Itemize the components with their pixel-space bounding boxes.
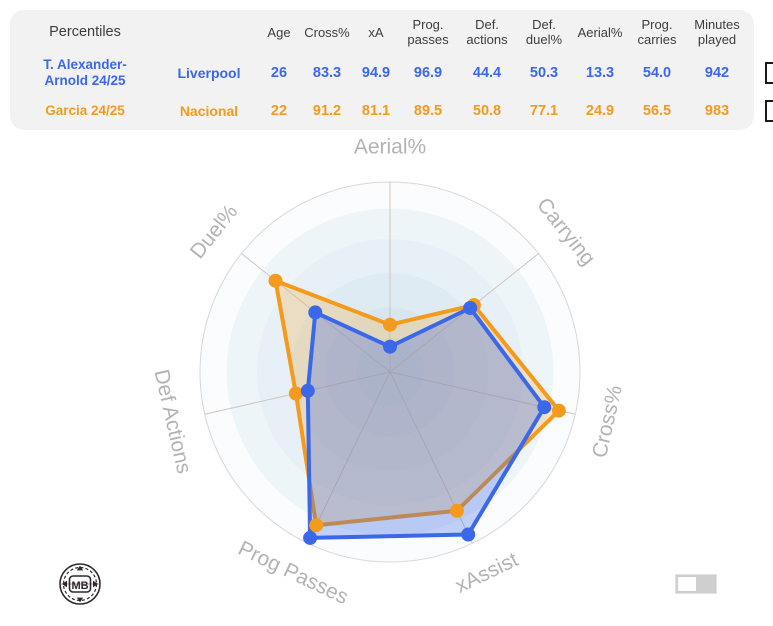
cell-def-duel-pct: 77.1 — [529, 103, 559, 119]
header-percentiles: Percentiles — [49, 24, 121, 40]
header-row: Percentiles Age Cross% xA Prog. passes D… — [10, 10, 773, 54]
header-aerial-pct-line1: Aerial% — [577, 24, 623, 40]
axis-label-aerial-: Aerial% — [354, 136, 426, 159]
cell-xa: 81.1 — [361, 103, 391, 119]
cell-xa: 94.9 — [361, 65, 391, 81]
player-name: T. Alexander- Arnold 24/25 — [10, 54, 160, 92]
cell-prog-passes: 96.9 — [413, 65, 443, 81]
header-prog-carries-line2: carries — [637, 32, 677, 47]
axis-label-duel-: Duel% — [186, 200, 243, 263]
radar-point-0-carrying[interactable] — [463, 301, 478, 315]
player-name-line1: T. Alexander- — [43, 57, 127, 72]
header-age-line1: Age — [267, 24, 291, 40]
display-toggle[interactable] — [675, 574, 717, 594]
mb-logo-text: MB — [71, 580, 88, 592]
radar-point-0-aerial-[interactable] — [383, 339, 397, 354]
header-def-actions: Def. actions — [458, 10, 516, 54]
radar-chart-container: Aerial% Carrying Cross% xAssist Prog Passes D… — [0, 132, 773, 626]
player-name: Garcia 24/25 — [10, 92, 160, 130]
radar-point-1-prog-passes[interactable] — [309, 518, 324, 533]
header-prog-passes-line1: Prog. — [412, 17, 444, 32]
header-def-duel-pct-line1: Def. — [532, 17, 556, 32]
axis-label-xassist: xAssist — [452, 548, 522, 598]
cell-prog-carries: 54.0 — [642, 65, 672, 81]
header-prog-passes-line2: passes — [407, 32, 449, 47]
cell-aerial-pct: 24.9 — [585, 103, 615, 119]
player-name-line2: Arnold 24/25 — [44, 73, 126, 88]
player-team: Liverpool — [177, 65, 241, 81]
header-xa-line1: xA — [368, 24, 384, 40]
cell-def-actions: 50.8 — [472, 103, 502, 119]
radar-chart: Aerial%CarryingCross%xAssistProg PassesD… — [149, 136, 627, 610]
header-prog-carries-line1: Prog. — [641, 17, 673, 32]
radar-point-0-duel-[interactable] — [308, 305, 323, 320]
table-header: Percentiles Age Cross% xA Prog. passes D… — [10, 10, 773, 54]
cell-remove: x — [748, 54, 773, 92]
table-row: Garcia 24/25 Nacional 22 91.2 81.1 89.5 … — [10, 92, 773, 130]
header-team — [160, 10, 258, 54]
header-cross-pct-line1: Cross% — [304, 24, 350, 40]
axis-label-cross-: Cross% — [588, 383, 627, 460]
header-def-actions-line2: actions — [466, 32, 508, 47]
player-team: Nacional — [179, 103, 239, 119]
header-aerial-pct: Aerial% — [572, 10, 628, 54]
cell-prog-carries: 56.5 — [642, 103, 672, 119]
header-cross-pct: Cross% — [300, 10, 354, 54]
header-age: Age — [258, 10, 300, 54]
toggle-knob[interactable] — [678, 577, 696, 591]
cell-cross-pct: 91.2 — [312, 103, 342, 119]
header-def-duel-pct: Def. duel% — [516, 10, 572, 54]
header-prog-carries: Prog. carries — [628, 10, 686, 54]
mb-logo-icon: MB — [59, 563, 101, 605]
radar-point-1-aerial-[interactable] — [383, 317, 397, 332]
header-def-duel-pct-line2: duel% — [525, 32, 563, 47]
cell-def-duel-pct: 50.3 — [529, 65, 559, 81]
cell-minutes-played: 942 — [704, 65, 730, 81]
radar-point-0-def-actions[interactable] — [300, 383, 315, 398]
header-minutes-played-line2: played — [697, 32, 737, 47]
header-xa: xA — [354, 10, 398, 54]
cell-age: 26 — [270, 65, 288, 81]
radar-point-1-xassist[interactable] — [449, 503, 464, 518]
cell-minutes-played: 983 — [704, 103, 730, 119]
radar-point-1-cross-[interactable] — [551, 403, 566, 418]
radar-point-1-def-actions[interactable] — [288, 386, 303, 401]
header-minutes-played: Minutes played — [686, 10, 748, 54]
radar-point-0-xassist[interactable] — [461, 527, 476, 542]
radar-point-0-prog-passes[interactable] — [303, 530, 318, 545]
cell-def-actions: 44.4 — [472, 65, 502, 81]
app-root: Percentiles Age Cross% xA Prog. passes D… — [0, 0, 773, 626]
header-actions — [748, 10, 773, 54]
axis-label-def-actions: Def Actions — [149, 367, 195, 476]
cell-cross-pct: 83.3 — [312, 65, 342, 81]
radar-point-0-cross-[interactable] — [537, 400, 552, 415]
percentile-table: Percentiles Age Cross% xA Prog. passes D… — [10, 10, 773, 130]
header-prog-passes: Prog. passes — [398, 10, 458, 54]
remove-row-button[interactable]: x — [765, 100, 773, 122]
remove-row-button[interactable]: x — [765, 62, 773, 84]
header-def-actions-line1: Def. — [475, 17, 499, 32]
radar-point-1-duel-[interactable] — [268, 273, 283, 288]
cell-aerial-pct: 13.3 — [585, 65, 615, 81]
table-row: T. Alexander- Arnold 24/25 Liverpool 26 … — [10, 54, 773, 92]
cell-remove: x — [748, 92, 773, 130]
table-body: T. Alexander- Arnold 24/25 Liverpool 26 … — [10, 54, 773, 130]
cell-age: 22 — [270, 103, 288, 119]
cell-prog-passes: 89.5 — [413, 103, 443, 119]
player-name-line1: Garcia 24/25 — [45, 103, 125, 118]
percentile-panel: Percentiles Age Cross% xA Prog. passes D… — [10, 10, 773, 130]
header-minutes-played-line1: Minutes — [694, 17, 740, 32]
